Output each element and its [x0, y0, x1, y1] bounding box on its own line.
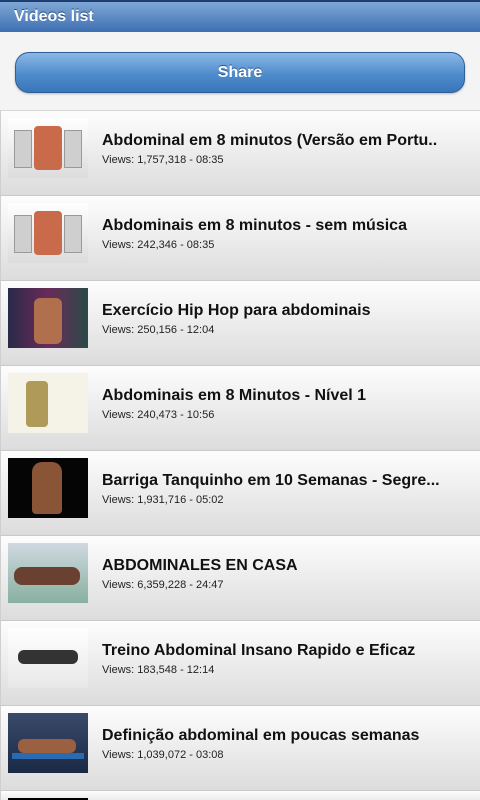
video-title: Abdominais em 8 Minutos - Nível 1	[102, 387, 367, 404]
video-item[interactable]: Definição abdominal em poucas semanas Vi…	[0, 706, 480, 791]
video-item[interactable]: Barriga Tanquinho em 10 Semanas - Segre.…	[0, 451, 480, 536]
video-thumbnail	[8, 458, 88, 518]
video-meta: Views: 242,346 - 08:35	[102, 239, 215, 251]
video-thumbnail	[8, 628, 88, 688]
video-thumbnail	[8, 118, 88, 178]
window-title: Videos list	[14, 8, 94, 25]
video-thumbnail	[8, 543, 88, 603]
video-thumbnail	[8, 288, 88, 348]
video-thumbnail	[8, 373, 88, 433]
video-meta: Views: 1,757,318 - 08:35	[102, 154, 224, 166]
video-thumbnail	[8, 713, 88, 773]
video-title: Definição abdominal em poucas semanas	[102, 727, 420, 744]
video-meta: Views: 1,039,072 - 03:08	[102, 749, 224, 761]
video-meta: Views: 240,473 - 10:56	[102, 409, 215, 421]
video-item[interactable]: Abdominais em 8 Minutos - Nível 1 Views:…	[0, 366, 480, 451]
video-title: Treino Abdominal Insano Rapido e Eficaz	[102, 642, 416, 659]
video-meta: Views: 6,359,228 - 24:47	[102, 579, 224, 591]
video-item[interactable]: Exercício Hip Hop para abdominais Views:…	[0, 281, 480, 366]
title-bar: Videos list	[0, 0, 480, 32]
video-meta: Views: 1,931,716 - 05:02	[102, 494, 224, 506]
video-thumbnail	[8, 203, 88, 263]
video-title: Exercício Hip Hop para abdominais	[102, 302, 371, 319]
video-item[interactable]: Treino Abdominal Insano Rapido e Eficaz …	[0, 621, 480, 706]
video-title: Abdominal em 8 minutos (Versão em Portu.…	[102, 132, 438, 149]
video-list: Abdominal em 8 minutos (Versão em Portu.…	[0, 111, 480, 791]
video-item[interactable]: Abdominal em 8 minutos (Versão em Portu.…	[0, 111, 480, 196]
video-title: ABDOMINALES EN CASA	[102, 557, 298, 574]
video-title: Abdominais em 8 minutos - sem música	[102, 217, 407, 234]
share-bar: Share	[0, 32, 480, 111]
video-meta: Views: 250,156 - 12:04	[102, 324, 215, 336]
video-item-partial[interactable]	[0, 791, 480, 800]
video-meta: Views: 183,548 - 12:14	[102, 664, 215, 676]
share-button[interactable]: Share	[15, 52, 465, 93]
video-item[interactable]: ABDOMINALES EN CASA Views: 6,359,228 - 2…	[0, 536, 480, 621]
video-title: Barriga Tanquinho em 10 Semanas - Segre.…	[102, 472, 440, 489]
video-item[interactable]: Abdominais em 8 minutos - sem música Vie…	[0, 196, 480, 281]
